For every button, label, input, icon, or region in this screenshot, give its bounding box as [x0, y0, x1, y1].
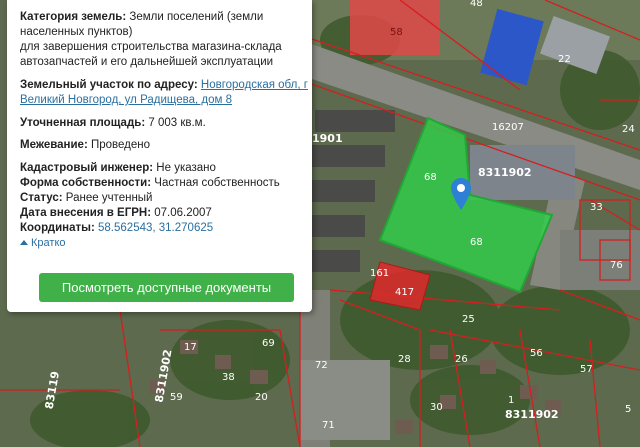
address-row: Земельный участок по адресу: Новгородска… — [20, 78, 308, 108]
coords-value[interactable]: 58.562543, 31.270625 — [98, 222, 213, 234]
map-label-58: 58 — [390, 27, 403, 38]
map-label-28: 28 — [398, 354, 411, 365]
map-label-24: 24 — [622, 124, 635, 135]
map-label-25: 25 — [462, 314, 475, 325]
status-row: Статус: Ранее учтенный — [20, 191, 308, 206]
ownership-label: Форма собственности: — [20, 177, 152, 189]
map-label-38: 38 — [222, 372, 235, 383]
map-label-1901: 1901 — [312, 132, 343, 145]
map-label-26: 26 — [455, 354, 468, 365]
map-label-8311902-bottom: 8311902 — [505, 408, 559, 421]
parcel-info-card: Категория земель: Земли поселений (земли… — [7, 0, 312, 312]
area-value: 7 003 кв.м. — [148, 117, 206, 129]
coords-row: Координаты: 58.562543, 31.270625 — [20, 221, 308, 236]
map-label-68-top: 68 — [424, 172, 437, 183]
map-label-20: 20 — [255, 392, 268, 403]
triangle-up-icon — [20, 240, 28, 245]
map-label-72: 72 — [315, 360, 328, 371]
map-label-417: 417 — [395, 287, 414, 298]
date-value: 07.06.2007 — [154, 207, 212, 219]
map-label-69: 69 — [262, 338, 275, 349]
status-value: Ранее учтенный — [65, 192, 153, 204]
view-documents-button[interactable]: Посмотреть доступные документы — [39, 273, 294, 302]
map-label-76: 76 — [610, 260, 623, 271]
map-label-5: 5 — [625, 404, 631, 415]
address-label: Земельный участок по адресу: — [20, 79, 198, 91]
map-label-8311902: 8311902 — [478, 166, 532, 179]
status-label: Статус: — [20, 192, 63, 204]
engineer-label: Кадастровый инженер: — [20, 162, 154, 174]
survey-label: Межевание: — [20, 139, 88, 151]
area-label: Уточненная площадь: — [20, 117, 146, 129]
map-label-57: 57 — [580, 364, 593, 375]
ownership-value: Частная собственность — [154, 177, 280, 189]
map-label-59: 59 — [170, 392, 183, 403]
collapse-toggle[interactable]: Кратко — [20, 237, 66, 249]
parking-bottom — [300, 360, 390, 440]
survey-row: Межевание: Проведено — [20, 138, 308, 153]
map-label-56: 56 — [530, 348, 543, 359]
ownership-row: Форма собственности: Частная собственнос… — [20, 176, 308, 191]
engineer-value: Не указано — [156, 162, 216, 174]
area-row: Уточненная площадь: 7 003 кв.м. — [20, 116, 308, 131]
coords-label: Координаты: — [20, 222, 95, 234]
location-pin-icon[interactable] — [451, 178, 471, 210]
map-label-1: 1 — [508, 395, 514, 406]
date-row: Дата внесения в ЕГРН: 07.06.2007 — [20, 206, 308, 221]
map-label-16207: 16207 — [492, 122, 524, 133]
map-label-17: 17 — [184, 342, 197, 353]
collapse-toggle-label: Кратко — [31, 237, 66, 249]
map-label-71: 71 — [322, 420, 335, 431]
map-label-48: 48 — [470, 0, 483, 9]
survey-value: Проведено — [90, 139, 151, 151]
purpose-text: для завершения строительства магазина-ск… — [20, 41, 282, 68]
category-label: Категория земель: — [20, 11, 127, 23]
map-label-30: 30 — [430, 402, 443, 413]
map-label-68-bottom: 68 — [470, 237, 483, 248]
date-label: Дата внесения в ЕГРН: — [20, 207, 152, 219]
category-row: Категория земель: Земли поселений (земли… — [20, 10, 308, 40]
map-label-161: 161 — [370, 268, 389, 279]
map-label-22: 22 — [558, 54, 571, 65]
engineer-row: Кадастровый инженер: Не указано — [20, 161, 308, 176]
map-label-33: 33 — [590, 202, 603, 213]
